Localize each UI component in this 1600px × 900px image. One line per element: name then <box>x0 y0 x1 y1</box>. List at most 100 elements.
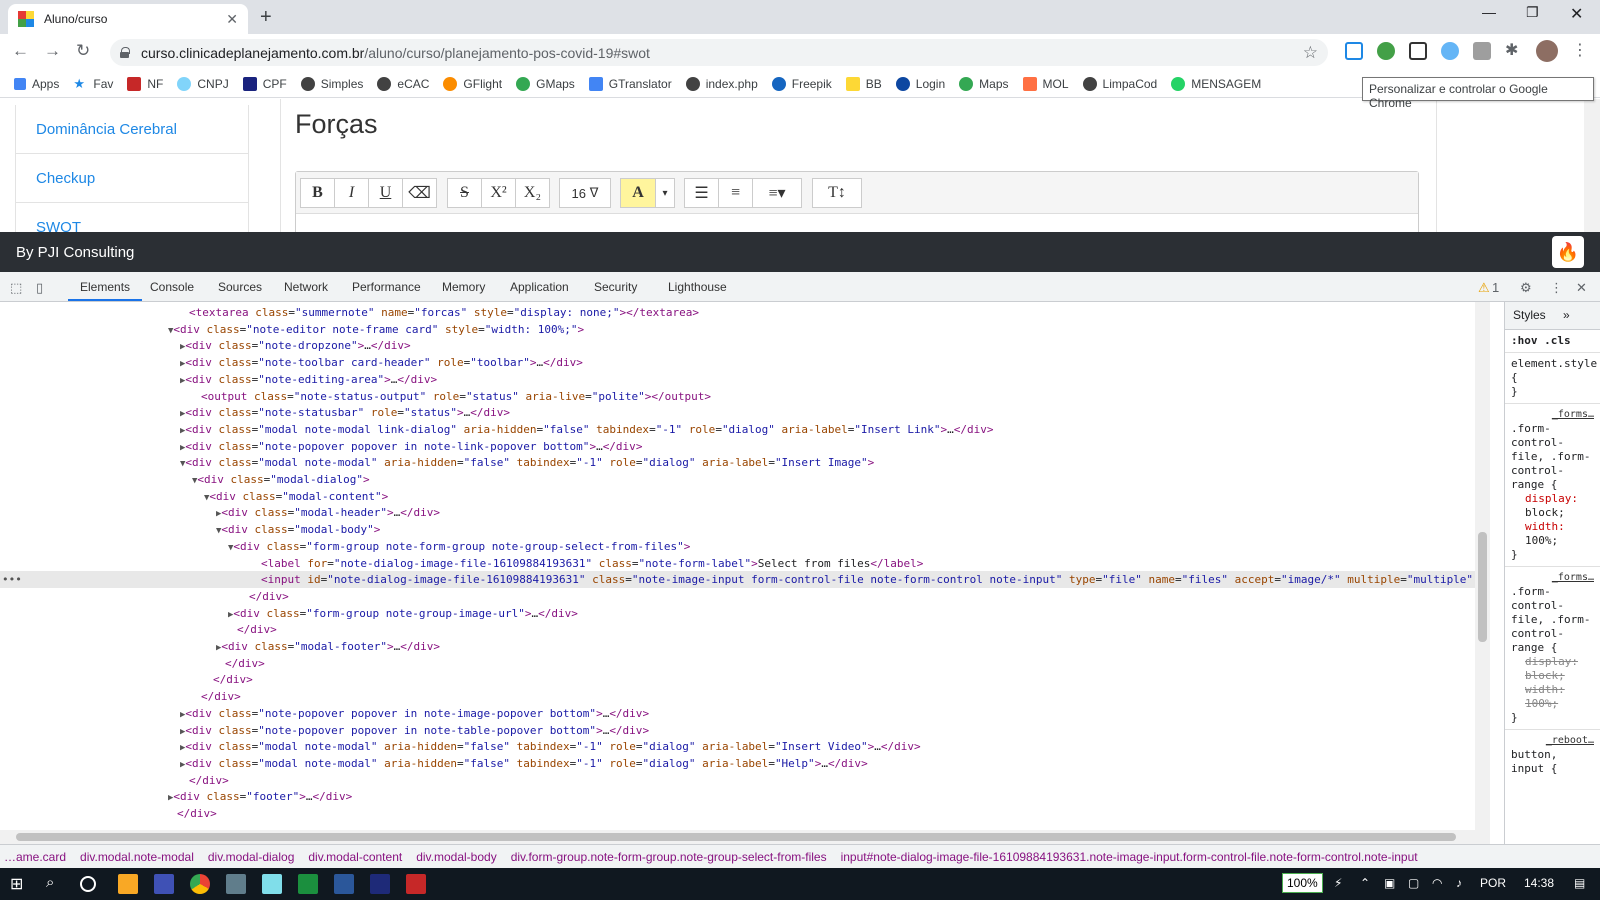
chrome-taskbar-icon[interactable] <box>190 874 210 894</box>
breadcrumb-item[interactable]: div.modal-dialog <box>208 850 295 864</box>
devtools-close-icon[interactable]: ✕ <box>1576 280 1587 296</box>
file-explorer-icon[interactable] <box>118 874 138 894</box>
breadcrumb-item[interactable]: div.modal-content <box>308 850 402 864</box>
bookmark-login[interactable]: Login <box>895 76 945 91</box>
color-dropdown-button[interactable]: ▾ <box>655 178 675 208</box>
bookmark-ecac[interactable]: eCAC <box>377 76 429 91</box>
tab-styles[interactable]: Styles <box>1513 308 1546 322</box>
rule-property-overridden[interactable]: display: block; <box>1511 655 1594 683</box>
tab-application[interactable]: Application <box>510 272 569 301</box>
bookmark-gtranslator[interactable]: GTranslator <box>588 76 672 91</box>
browser-tab[interactable]: Aluno/curso ✕ <box>8 4 248 34</box>
bold-button[interactable]: B <box>300 178 335 208</box>
dom-node-line[interactable]: </div> <box>0 772 1475 789</box>
minimize-icon[interactable]: — <box>1482 4 1496 20</box>
dom-vertical-scrollbar[interactable] <box>1475 302 1490 830</box>
bookmark-simples[interactable]: Simples <box>300 76 363 91</box>
rule-source-link[interactable]: _reboot… <box>1511 734 1594 748</box>
breadcrumb-item[interactable]: div.modal.note-modal <box>80 850 194 864</box>
address-bar[interactable]: curso.clinicadeplanejamento.com.br/aluno… <box>110 39 1328 66</box>
bookmark-star-icon[interactable]: ☆ <box>1303 43 1318 63</box>
rule-source-link[interactable]: _forms… <box>1511 408 1594 422</box>
extensions-puzzle-icon[interactable]: ✱ <box>1505 40 1523 59</box>
power-icon[interactable]: ⚡ <box>1334 876 1342 890</box>
forward-icon[interactable]: → <box>44 41 61 61</box>
dom-node-line[interactable]: </div> <box>0 588 1475 605</box>
dom-node-line[interactable]: ▼<div class="note-editor note-frame card… <box>0 321 1475 338</box>
dom-tree[interactable]: <textarea class="summernote" name="forca… <box>0 302 1475 830</box>
excel-icon[interactable] <box>298 874 318 894</box>
dom-node-line[interactable]: ▶<div class="footer">…</div> <box>0 788 1475 805</box>
volume-icon[interactable]: ♪ <box>1456 876 1462 890</box>
breadcrumb-item[interactable]: …ame.card <box>4 850 66 864</box>
page-scrollbar[interactable] <box>1584 99 1600 232</box>
bookmark-cnpj[interactable]: CNPJ <box>177 76 229 91</box>
dom-node-line[interactable]: </div> <box>0 805 1475 822</box>
ordered-list-button[interactable]: ≡ <box>718 178 753 208</box>
bookmark-fav[interactable]: ★ Fav <box>73 76 113 91</box>
superscript-button[interactable]: X² <box>481 178 516 208</box>
unordered-list-button[interactable]: ☰ <box>684 178 719 208</box>
sidebar-item-swot[interactable]: SWOT <box>16 203 248 232</box>
display-icon[interactable]: ▢ <box>1408 876 1419 890</box>
bookmark-bb[interactable]: BB <box>845 76 882 91</box>
strikethrough-button[interactable]: S <box>447 178 482 208</box>
dom-node-line[interactable]: </div> <box>0 621 1475 638</box>
fire-icon[interactable]: 🔥 <box>1552 236 1584 268</box>
breadcrumb-item[interactable]: input#note-dialog-image-file-16109884193… <box>841 850 1418 864</box>
sidebar-item-checkup[interactable]: Checkup <box>16 154 248 203</box>
tab-performance[interactable]: Performance <box>352 272 421 301</box>
text-color-button[interactable]: A <box>620 178 656 208</box>
windows-start-icon[interactable]: ⊞ <box>10 874 30 894</box>
close-tab-icon[interactable]: ✕ <box>226 11 238 28</box>
font-size-dropdown[interactable]: 16 ᐁ <box>559 178 611 208</box>
rule-source-link[interactable]: _forms… <box>1511 571 1594 585</box>
device-toolbar-icon[interactable]: ▯ <box>36 280 43 296</box>
extension-n-icon[interactable] <box>1345 42 1363 60</box>
dom-node-line[interactable]: ••• <input id="note-dialog-image-file-161… <box>0 571 1475 589</box>
chrome-menu-icon[interactable]: ⋮ <box>1572 40 1590 59</box>
bookmark-mol[interactable]: MOL <box>1022 76 1069 91</box>
tab-console[interactable]: Console <box>150 272 194 301</box>
scroll-thumb[interactable] <box>1478 532 1487 642</box>
notification-icon[interactable]: ▤ <box>1574 876 1585 890</box>
bookmark-cpf[interactable]: CPF <box>242 76 287 91</box>
tab-elements[interactable]: Elements <box>68 272 143 301</box>
dom-node-line[interactable]: ▶<div class="form-group note-group-image… <box>0 605 1475 622</box>
dom-node-line[interactable]: ▼<div class="modal-dialog"> <box>0 471 1475 488</box>
bookmark-nf[interactable]: NF <box>127 76 163 91</box>
dom-node-line[interactable]: ▶<div class="note-statusbar" role="statu… <box>0 404 1475 421</box>
warning-icon[interactable]: ⚠ <box>1478 280 1490 296</box>
dom-node-line[interactable]: ▶<div class="note-popover popover in not… <box>0 705 1475 722</box>
rule-property[interactable]: display: block; <box>1511 492 1594 520</box>
bookmark-gflight[interactable]: GFlight <box>443 76 502 91</box>
task-view-icon[interactable] <box>80 876 96 892</box>
back-icon[interactable]: ← <box>12 41 29 61</box>
tray-app-icon[interactable]: ▣ <box>1384 876 1395 890</box>
more-tabs-icon[interactable]: » <box>1563 308 1570 322</box>
dom-node-line[interactable]: </div> <box>0 655 1475 672</box>
dom-horizontal-scrollbar[interactable] <box>0 830 1490 844</box>
bookmark-mensagem[interactable]: MENSAGEM <box>1171 76 1261 91</box>
tab-memory[interactable]: Memory <box>442 272 485 301</box>
dom-node-line[interactable]: ▶<div class="modal note-modal link-dialo… <box>0 421 1475 438</box>
eraser-button[interactable]: ⌫ <box>402 178 437 208</box>
dom-node-line[interactable]: ▶<div class="note-popover popover in not… <box>0 438 1475 455</box>
dom-node-line[interactable]: ▼<div class="modal note-modal" aria-hidd… <box>0 454 1475 471</box>
tab-security[interactable]: Security <box>594 272 637 301</box>
dom-node-line[interactable]: <textarea class="summernote" name="forca… <box>0 304 1475 321</box>
tab-network[interactable]: Network <box>284 272 328 301</box>
dom-node-line[interactable]: <output class="note-status-output" role=… <box>0 388 1475 405</box>
language-indicator[interactable]: POR <box>1480 876 1506 890</box>
dom-node-line[interactable]: ▶<div class="modal-footer">…</div> <box>0 638 1475 655</box>
underline-button[interactable]: U <box>368 178 403 208</box>
extension-window-icon[interactable] <box>1409 42 1427 60</box>
word-icon[interactable] <box>334 874 354 894</box>
rule-property[interactable]: width: 100%; <box>1511 520 1594 548</box>
italic-button[interactable]: I <box>334 178 369 208</box>
dom-node-line[interactable]: ▶<div class="modal note-modal" aria-hidd… <box>0 755 1475 772</box>
dom-node-line[interactable]: ▶<div class="note-dropzone">…</div> <box>0 337 1475 354</box>
extension-clock-icon[interactable] <box>1441 42 1459 60</box>
warning-count[interactable]: 1 <box>1492 280 1499 295</box>
app-icon[interactable] <box>154 874 174 894</box>
